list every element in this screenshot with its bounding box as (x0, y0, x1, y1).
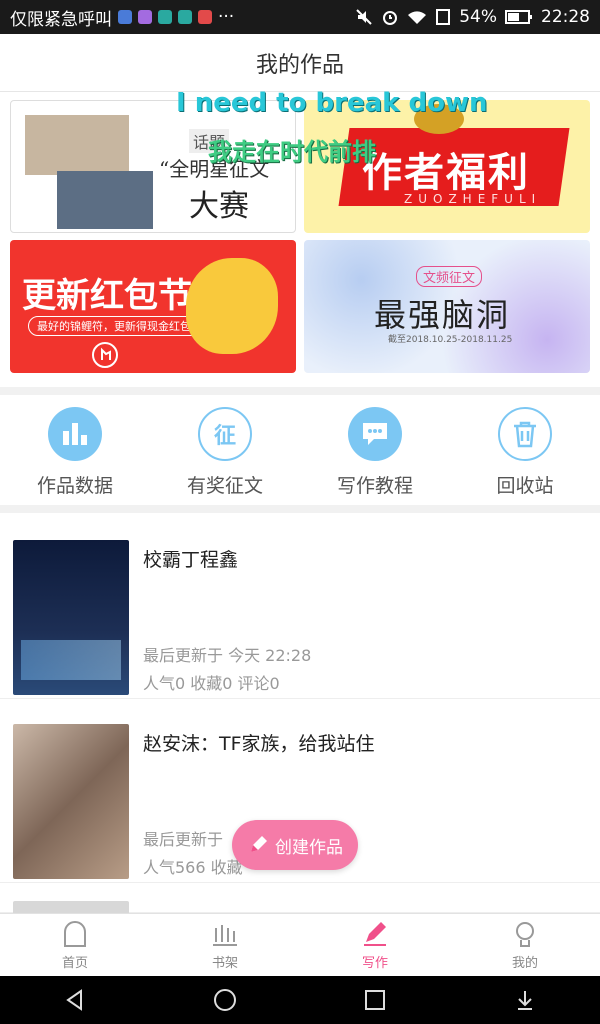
create-work-button[interactable]: 创建作品 (232, 820, 358, 870)
create-work-label: 创建作品 (275, 837, 343, 858)
banner-title: 作者福利 (362, 150, 530, 196)
banner-photo-bottom (57, 171, 153, 229)
work-cover-image (13, 724, 129, 879)
banner-photo-top (25, 115, 129, 175)
quick-action-label: 有奖征文 (186, 475, 263, 497)
tab-label: 书架 (211, 955, 238, 971)
profile-icon (516, 921, 534, 947)
page-title: 我的作品 (255, 52, 344, 78)
tab-home[interactable]: 首页 (25, 920, 125, 971)
quick-action-essay-contest[interactable]: 征 有奖征文 (155, 407, 295, 498)
section-divider (0, 505, 600, 513)
banner-red-packet-festival[interactable]: 更新红包节 最好的锦鲤符，更新得现金红包 (10, 240, 296, 373)
banner-subtitle: 最好的锦鲤符，更新得现金红包 (28, 316, 200, 336)
wifi-icon (408, 11, 427, 24)
banner-tag: 文频征文 (416, 266, 483, 287)
cover-stage-lights (21, 640, 121, 680)
overlay-caption-english: I need to break down (176, 88, 488, 118)
quick-action-writing-tutorial[interactable]: 写作教程 (305, 407, 445, 498)
mute-icon (356, 9, 372, 25)
status-bar: 仅限紧急呼叫 ··· 54% 22:28 (0, 0, 600, 34)
banner-subtitle: 截至2018.10.25-2018.11.25 (388, 335, 513, 345)
quick-action-work-data[interactable]: 作品数据 (5, 407, 145, 498)
tab-bookshelf[interactable]: 书架 (175, 920, 275, 971)
shield-notification-icon (158, 10, 172, 24)
gallery-notification-icon (138, 10, 152, 24)
tab-label: 我的 (511, 955, 538, 971)
recents-icon[interactable] (363, 988, 387, 1012)
overlay-caption-chinese: 我走在时代前排 (208, 138, 376, 166)
zheng-icon: 征 (198, 407, 252, 461)
quick-action-label: 写作教程 (336, 475, 413, 497)
work-title: 校霸丁程鑫 (143, 549, 239, 571)
back-icon[interactable] (63, 988, 87, 1012)
chat-bubble-icon (348, 407, 402, 461)
system-navigation-bar (0, 976, 600, 1024)
tab-write[interactable]: 写作 (325, 920, 425, 971)
work-title: 赵安沫：TF家族，给我站住 (143, 733, 375, 755)
tap-hand-icon (92, 342, 118, 368)
home-icon (64, 920, 86, 947)
tab-label: 首页 (61, 955, 88, 971)
banner-subtitle: ZUOZHEFULI (404, 192, 542, 206)
more-notifications-indicator: ··· (218, 7, 235, 27)
koi-fish-icon (186, 258, 278, 354)
alarm-icon (383, 11, 398, 25)
work-updated: 最后更新于 今天 22:28 (143, 646, 312, 665)
battery-icon (505, 10, 532, 24)
banner-title: 最强脑洞 (374, 296, 511, 334)
tab-profile[interactable]: 我的 (475, 920, 575, 971)
quick-action-recycle-bin[interactable]: 回收站 (455, 407, 595, 498)
banner-subtitle: 大赛 (189, 189, 249, 224)
quick-action-label: 回收站 (496, 475, 554, 497)
work-updated: 最后更新于 (143, 830, 224, 849)
page-header: 我的作品 (0, 34, 600, 92)
home-circle-icon[interactable] (213, 988, 237, 1012)
carrier-text: 仅限紧急呼叫 (10, 9, 112, 30)
banner-brain-hole[interactable]: 文频征文 最强脑洞 截至2018.10.25-2018.11.25 (304, 240, 590, 373)
work-stats: 人气0 收藏0 评论0 (143, 674, 280, 693)
pen-icon (364, 921, 386, 946)
battery-percent: 54% (459, 7, 497, 27)
bar-chart-icon (48, 407, 102, 461)
list-item[interactable] (0, 883, 600, 913)
heart-notification-icon (198, 10, 212, 24)
trash-icon (498, 407, 552, 461)
sim-icon (436, 9, 451, 25)
shield-notification-icon-2 (178, 10, 192, 24)
bottom-tab-bar: 首页 书架 写作 我的 (0, 913, 600, 976)
bookshelf-icon (213, 924, 237, 946)
app-notification-icon (118, 10, 132, 24)
list-item[interactable]: 校霸丁程鑫 最后更新于 今天 22:28 人气0 收藏0 评论0 (0, 515, 600, 699)
section-divider (0, 387, 600, 395)
pencil-icon (251, 836, 267, 852)
quick-actions: 作品数据 征 有奖征文 写作教程 回收站 (0, 395, 600, 505)
banner-title: 更新红包节 (22, 276, 192, 316)
work-stats: 人气566 收藏 (143, 858, 243, 877)
work-cover-image (13, 540, 129, 695)
work-cover-image (13, 901, 129, 913)
tab-label: 写作 (361, 955, 388, 971)
clock-time: 22:28 (541, 7, 590, 27)
notification-pull-icon[interactable] (513, 988, 537, 1012)
quick-action-label: 作品数据 (36, 475, 113, 497)
